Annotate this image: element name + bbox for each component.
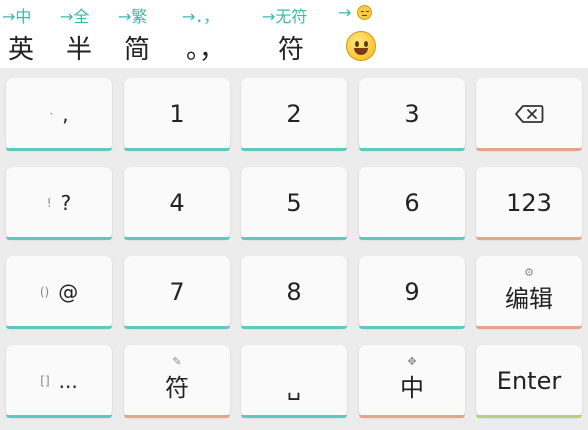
at-key[interactable]: () @	[6, 256, 112, 329]
question-key-alt: !	[46, 196, 52, 210]
key-9-label: 9	[404, 278, 420, 306]
hint-no-symbol[interactable]: →无符	[262, 3, 307, 27]
key-1-label: 1	[169, 100, 185, 128]
key-3-label: 3	[404, 100, 420, 128]
hint-chinese[interactable]: →中	[2, 3, 31, 27]
language-key-label: 中	[400, 373, 424, 402]
space-icon: ␣	[287, 375, 301, 401]
key-1[interactable]: 1	[124, 78, 230, 151]
status-bar: 英 半 简 。， 符	[0, 28, 588, 66]
ellipsis-key-label: ...	[58, 369, 78, 393]
symbol-key-label: 符	[165, 373, 189, 402]
key-3[interactable]: 3	[359, 78, 465, 151]
comma-key-label: ,	[62, 102, 69, 126]
number-mode-key[interactable]: 123	[476, 167, 582, 240]
key-8[interactable]: 8	[241, 256, 347, 329]
hint-traditional[interactable]: →繁	[118, 3, 147, 27]
backspace-icon	[515, 105, 544, 123]
key-7[interactable]: 7	[124, 256, 230, 329]
edit-key-label: 编辑	[505, 284, 553, 313]
symbol-toggle[interactable]: 符	[278, 29, 304, 66]
grinning-face-icon[interactable]	[346, 31, 376, 61]
space-key[interactable]: ␣	[241, 345, 347, 418]
key-4-label: 4	[169, 189, 185, 217]
key-2[interactable]: 2	[241, 78, 347, 151]
hint-fullwidth[interactable]: →全	[60, 3, 89, 27]
pensive-face-icon	[356, 5, 372, 20]
enter-key-label: Enter	[496, 367, 562, 395]
key-6-label: 6	[404, 189, 420, 217]
charset-toggle[interactable]: 简	[124, 29, 150, 66]
ellipsis-key-alt: []	[40, 374, 50, 388]
width-toggle[interactable]: 半	[66, 29, 92, 66]
symbol-key[interactable]: ✎ 符	[124, 345, 230, 418]
key-5[interactable]: 5	[241, 167, 347, 240]
ellipsis-key[interactable]: []...	[6, 345, 112, 418]
key-6[interactable]: 6	[359, 167, 465, 240]
comma-key[interactable]: ·,	[6, 78, 112, 151]
hint-emoji-arrow: →	[338, 3, 352, 22]
comma-key-alt: ·	[49, 107, 54, 121]
number-mode-label: 123	[506, 189, 552, 217]
key-9[interactable]: 9	[359, 256, 465, 329]
at-key-label: @	[58, 280, 79, 304]
key-5-label: 5	[286, 189, 302, 217]
question-key-label: ?	[60, 191, 72, 215]
key-7-label: 7	[169, 278, 185, 306]
at-key-alt: ()	[39, 285, 50, 299]
hint-punct[interactable]: →．，	[182, 3, 219, 27]
backspace-key[interactable]	[476, 78, 582, 151]
keyboard: ·, 1 2 3 !? 4 5 6 123 () @ 7 8 9 ⚙ 编辑 []…	[0, 68, 588, 430]
hint-bar: →中 →全 →繁 →．， →无符 →	[0, 0, 588, 28]
lang-toggle[interactable]: 英	[8, 29, 34, 66]
punct-toggle[interactable]: 。，	[186, 29, 225, 66]
key-4[interactable]: 4	[124, 167, 230, 240]
hint-emoji[interactable]: →	[338, 3, 372, 22]
question-key[interactable]: !?	[6, 167, 112, 240]
edit-key[interactable]: ⚙ 编辑	[476, 256, 582, 329]
enter-key[interactable]: Enter	[476, 345, 582, 418]
key-2-label: 2	[286, 100, 302, 128]
language-key[interactable]: ✥ 中	[359, 345, 465, 418]
key-8-label: 8	[286, 278, 302, 306]
